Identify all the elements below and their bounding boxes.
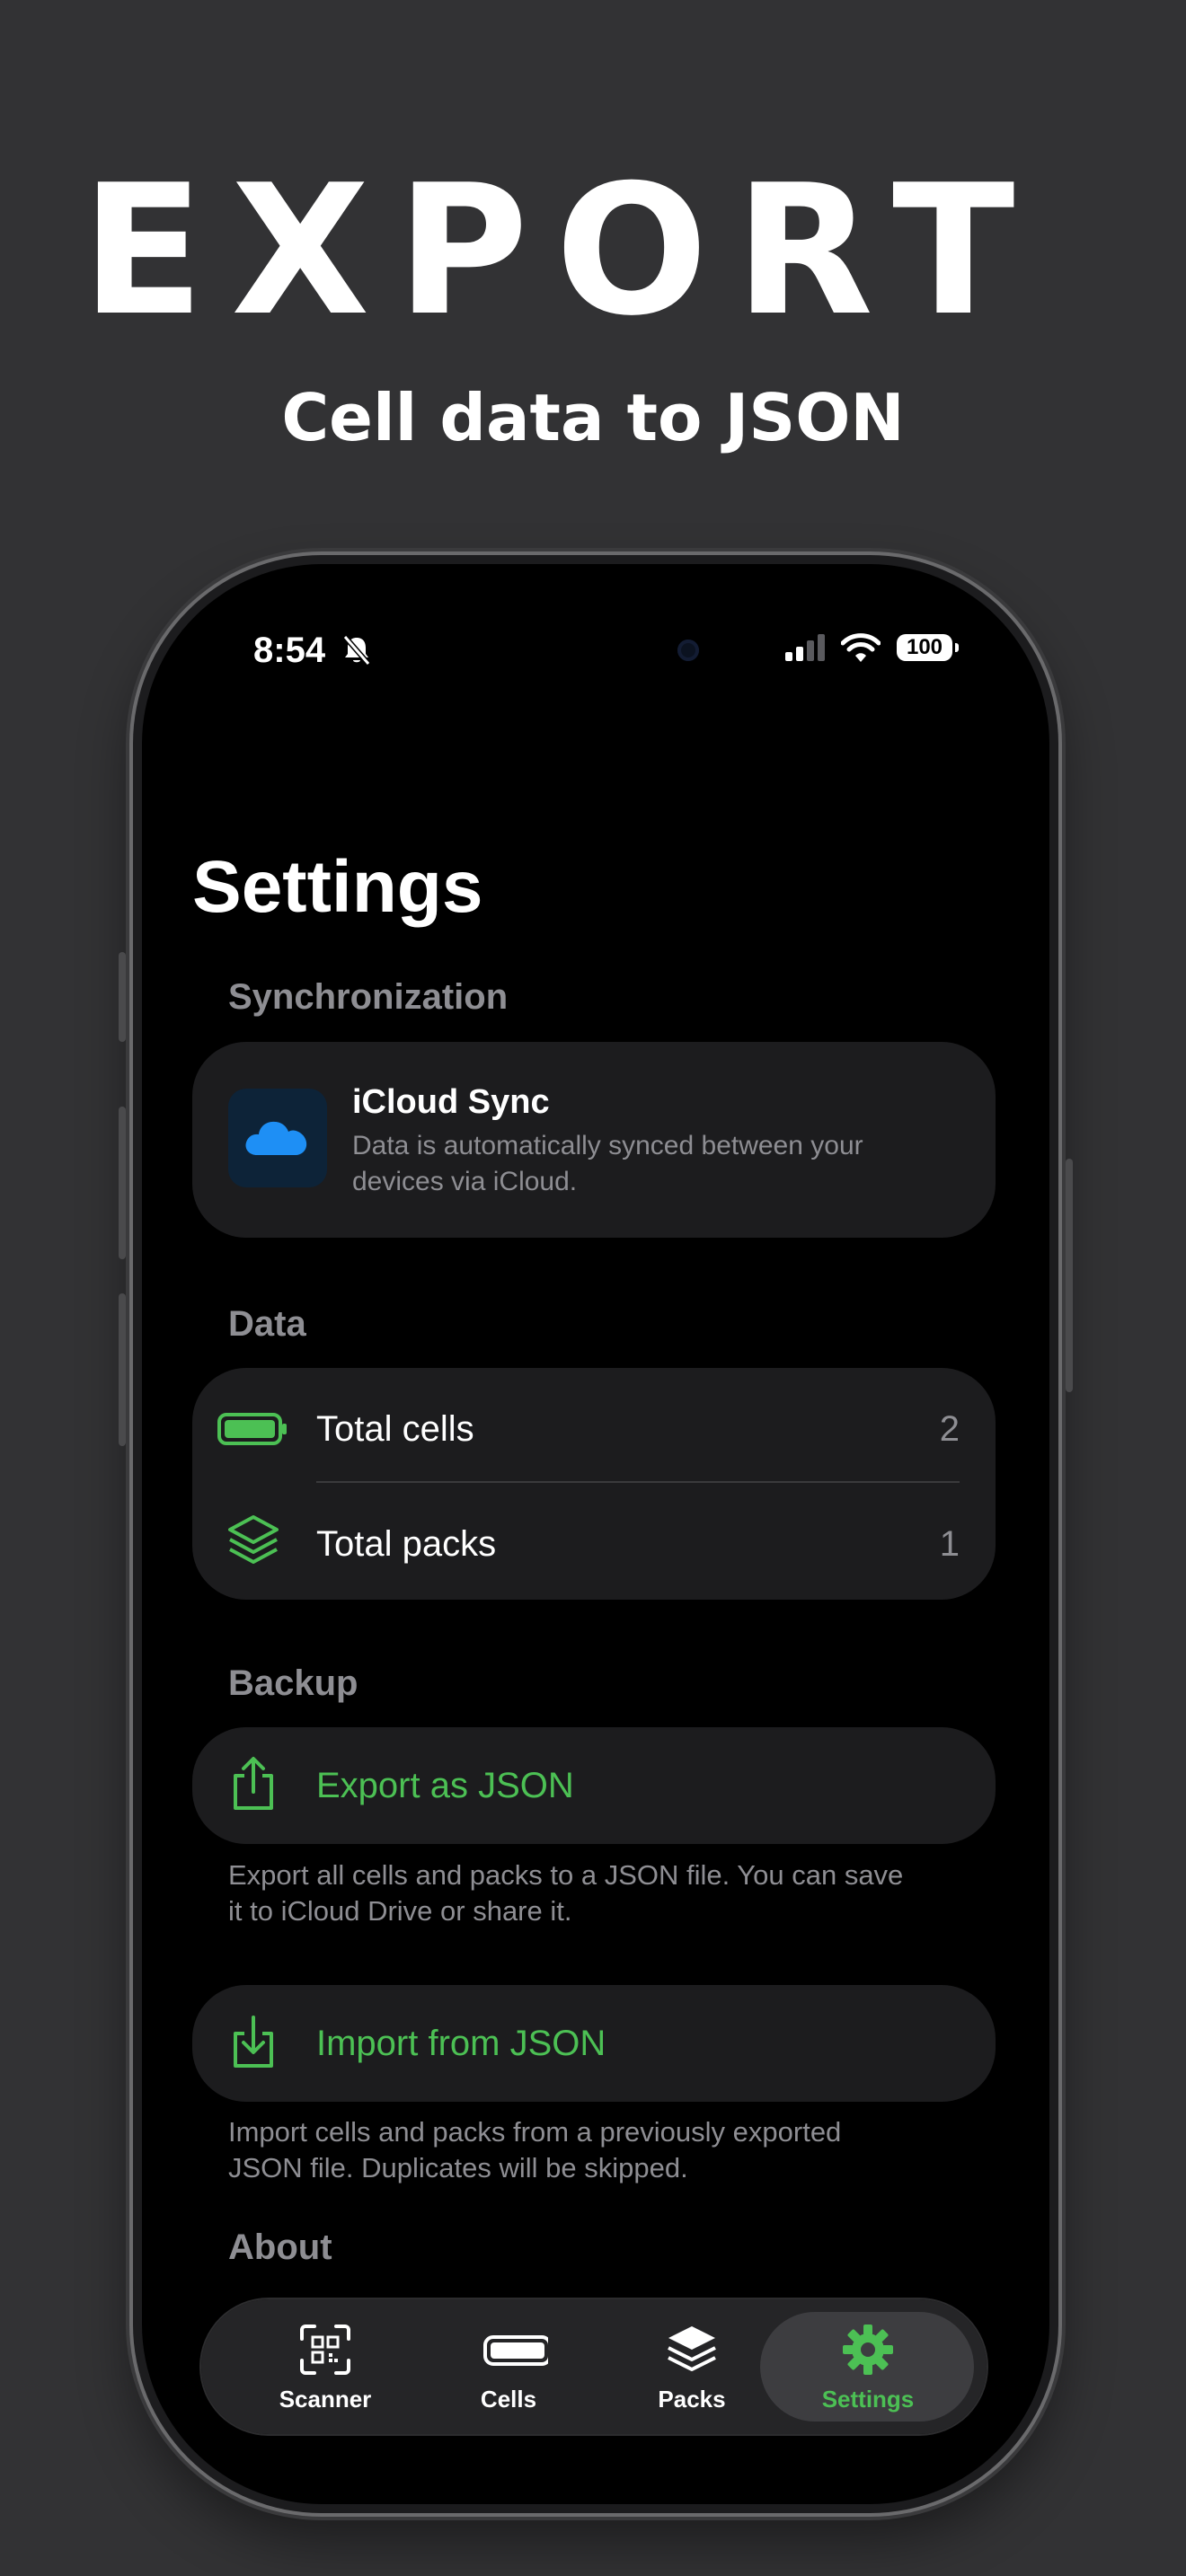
export-note-line1: Export all cells and packs to a JSON fil… — [228, 1859, 904, 1891]
phone-screen: 8:54 100 Settings Synchronization iCloud… — [142, 564, 1049, 2504]
export-json-button[interactable]: Export as JSON — [192, 1727, 996, 1844]
import-json-button[interactable]: Import from JSON — [192, 1985, 996, 2102]
tab-settings-label: Settings — [821, 2386, 915, 2413]
power-button — [1066, 1159, 1073, 1392]
icloud-sync-card[interactable]: iCloud Sync Data is automatically synced… — [192, 1042, 996, 1238]
total-cells-label: Total cells — [316, 1409, 474, 1449]
front-camera — [677, 640, 699, 661]
volume-up-button — [119, 1107, 126, 1259]
battery-icon — [483, 2335, 548, 2366]
volume-down-button — [119, 1293, 126, 1446]
bell-slash-icon — [342, 635, 371, 666]
export-note-line2: it to iCloud Drive or share it. — [228, 1895, 572, 1927]
section-title-backup: Backup — [228, 1663, 358, 1703]
data-card: Total cells 2 Total packs 1 — [192, 1368, 996, 1600]
icloud-sync-title: iCloud Sync — [352, 1083, 550, 1121]
qr-scanner-icon — [300, 2325, 350, 2375]
tab-scanner[interactable]: Scanner — [235, 2299, 415, 2434]
tab-packs-label: Packs — [658, 2386, 726, 2413]
battery-status: 100 — [897, 634, 959, 661]
total-packs-value: 1 — [939, 1524, 960, 1564]
cellular-signal-icon — [785, 634, 825, 661]
battery-icon — [217, 1413, 287, 1445]
import-json-label: Import from JSON — [316, 2024, 606, 2063]
tab-bar: Scanner Cells Packs Settings — [201, 2299, 987, 2434]
export-json-label: Export as JSON — [316, 1766, 574, 1805]
tab-cells[interactable]: Cells — [419, 2299, 598, 2434]
total-packs-label: Total packs — [316, 1524, 497, 1564]
cloud-icon — [245, 1121, 307, 1155]
section-title-data: Data — [228, 1304, 306, 1344]
tab-packs[interactable]: Packs — [602, 2299, 782, 2434]
promo-subheadline: Cell data to JSON — [281, 380, 905, 455]
wifi-icon — [841, 633, 881, 662]
stack-icon — [228, 1515, 279, 1564]
tab-cells-label: Cells — [480, 2386, 537, 2413]
total-cells-value: 2 — [939, 1409, 960, 1449]
icloud-sync-description-line1: Data is automatically synced between you… — [352, 1131, 863, 1160]
tab-scanner-label: Scanner — [279, 2386, 372, 2413]
stack-icon — [668, 2326, 716, 2371]
page-title: Settings — [192, 846, 483, 928]
import-note-line2: JSON file. Duplicates will be skipped. — [228, 2152, 688, 2183]
cloud-tile — [228, 1089, 327, 1187]
download-icon — [234, 2016, 273, 2068]
status-time: 8:54 — [253, 631, 326, 670]
tab-settings[interactable]: Settings — [778, 2299, 958, 2434]
promo-headline: EXPORT — [81, 146, 1042, 356]
share-icon — [234, 1757, 273, 1810]
section-title-about: About — [228, 2228, 332, 2267]
action-button — [119, 952, 126, 1042]
import-note-line1: Import cells and packs from a previously… — [228, 2116, 842, 2148]
row-divider — [316, 1481, 960, 1483]
section-title-synchronization: Synchronization — [228, 977, 509, 1017]
gear-icon — [843, 2325, 893, 2375]
icloud-sync-description-line2: devices via iCloud. — [352, 1167, 578, 1196]
